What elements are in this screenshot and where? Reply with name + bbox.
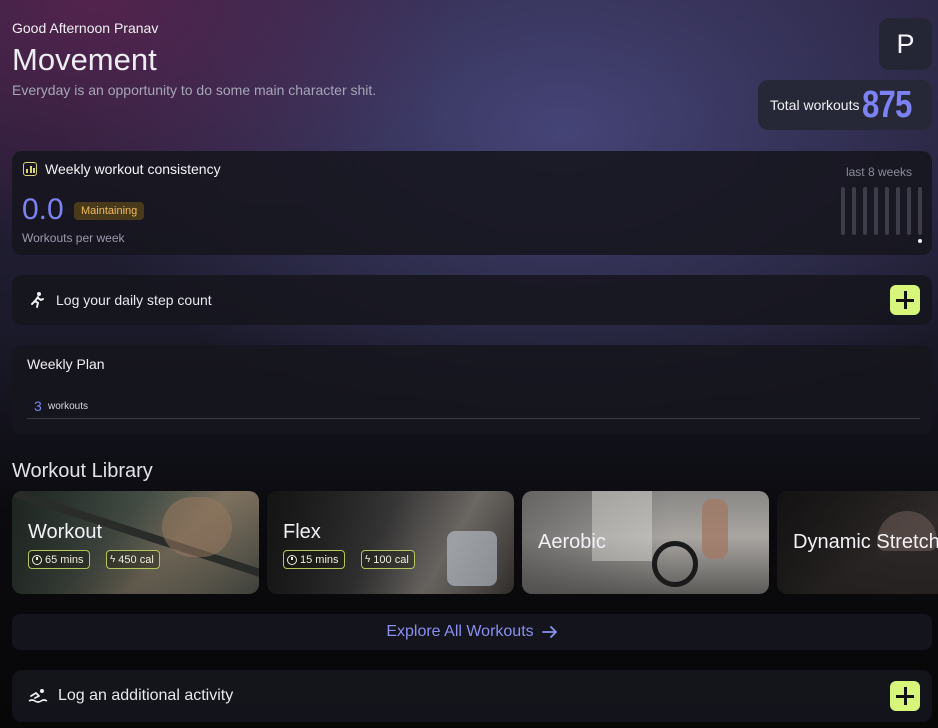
avatar[interactable]: P: [879, 18, 932, 70]
calories-chip: ϟ 450 cal: [106, 550, 160, 569]
explore-all-workouts-button[interactable]: Explore All Workouts: [12, 614, 932, 650]
swimming-icon: [28, 689, 48, 703]
week-bar: [918, 187, 922, 243]
total-workouts-value: 875: [862, 83, 913, 126]
duration-chip: 65 mins: [28, 550, 90, 569]
workout-tile-title: Dynamic Stretch: [793, 531, 938, 553]
consistency-title: Weekly workout consistency: [45, 161, 221, 177]
week-bar: [874, 187, 878, 235]
week-bar: [907, 187, 911, 235]
total-workouts-card: Total workouts 875: [758, 80, 932, 130]
total-workouts-label: Total workouts: [770, 97, 860, 113]
duration-chip: 15 mins: [283, 550, 345, 569]
greeting-text: Good Afternoon Pranav: [12, 20, 159, 36]
add-activity-button[interactable]: [890, 681, 920, 711]
workout-library-title: Workout Library: [12, 460, 153, 482]
log-activity-label: Log an additional activity: [58, 687, 234, 704]
workout-tile-aerobic[interactable]: Aerobic: [522, 491, 769, 594]
log-activity-row[interactable]: Log an additional activity: [12, 670, 932, 722]
current-week-dot: [918, 239, 922, 243]
consistency-card: Weekly workout consistency 0.0 Maintaini…: [12, 151, 932, 255]
workout-tile-title: Flex: [283, 521, 321, 543]
calories-text: 100 cal: [373, 553, 409, 566]
bike-image: [652, 541, 698, 587]
week-bar: [885, 187, 889, 235]
weekly-bars: [841, 187, 922, 243]
workout-tile-dynamic-stretch[interactable]: Dynamic Stretch: [777, 491, 938, 594]
weekly-plan-card[interactable]: Weekly Plan 3 workouts: [12, 345, 932, 435]
consistency-header: Weekly workout consistency: [23, 161, 221, 177]
week-bar: [852, 187, 856, 235]
bar-chart-icon: [23, 162, 37, 176]
lightning-icon: ϟ: [365, 554, 371, 565]
running-icon: [31, 292, 44, 308]
consistency-unit: Workouts per week: [22, 231, 125, 245]
weekly-plan-count: 3: [34, 398, 42, 414]
clock-icon: [32, 554, 42, 565]
log-steps-row[interactable]: Log your daily step count: [12, 275, 932, 325]
rider-image: [702, 499, 728, 559]
calories-text: 450 cal: [118, 553, 154, 566]
duration-text: 15 mins: [300, 553, 339, 566]
status-badge: Maintaining: [74, 202, 145, 220]
lightning-icon: ϟ: [110, 554, 116, 565]
weekly-plan-title: Weekly Plan: [27, 356, 105, 372]
workout-library-carousel[interactable]: Workout 65 mins ϟ 450 cal Flex 15 mins ϟ…: [12, 491, 938, 594]
workout-tile-title: Workout: [28, 521, 103, 543]
add-steps-button[interactable]: [890, 285, 920, 315]
weekly-plan-divider: [27, 418, 920, 419]
weeks-range-label: last 8 weeks: [845, 165, 912, 179]
hands-image: [162, 497, 232, 557]
explore-label: Explore All Workouts: [386, 623, 534, 640]
duration-text: 65 mins: [45, 553, 84, 566]
weekly-plan-count-label: workouts: [48, 401, 89, 412]
workout-tile-flex[interactable]: Flex 15 mins ϟ 100 cal: [267, 491, 514, 594]
clock-icon: [287, 554, 297, 565]
page-subtitle: Everyday is an opportunity to do some ma…: [12, 82, 377, 98]
workout-tile-title: Aerobic: [538, 531, 606, 553]
workout-tile-workout[interactable]: Workout 65 mins ϟ 450 cal: [12, 491, 259, 594]
stretch-figure-image: [447, 531, 497, 586]
calories-chip: ϟ 100 cal: [361, 550, 415, 569]
arrow-right-icon: [541, 626, 557, 638]
page-title: Movement: [12, 42, 157, 77]
log-steps-label: Log your daily step count: [56, 292, 212, 308]
week-bar: [863, 187, 867, 235]
week-bar: [841, 187, 845, 235]
consistency-value: 0.0: [22, 193, 64, 226]
week-bar: [896, 187, 900, 235]
